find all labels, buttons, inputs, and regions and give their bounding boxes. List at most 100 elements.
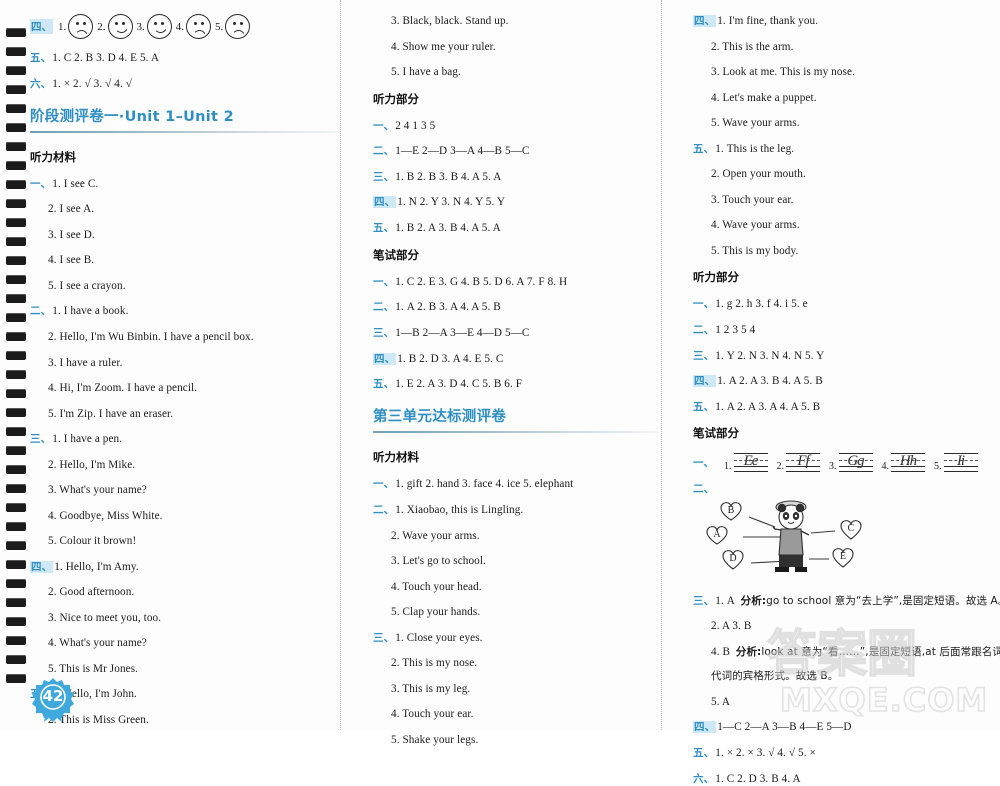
- handwriting-index: 2.: [776, 461, 785, 473]
- answer-line: 五、1. A 2. A 3. A 4. A 5. B: [693, 400, 978, 414]
- answer-text: 1. × 2. × 3. √ 4. √ 5. ×: [715, 747, 816, 759]
- answer-line: 四、 1. N 2. Y 3. N 4. Y 5. Y: [373, 195, 659, 209]
- answer-line: 五、1. C 2. B 3. D 4. E 5. A: [30, 51, 339, 65]
- answer-line: 5. I see a crayon.: [48, 279, 126, 292]
- analysis-text: 代词的宾格形式。故选 B。: [711, 670, 839, 683]
- answer-line: 五、1. B 2. A 3. B 4. A 5. A: [373, 221, 659, 235]
- answer-line: 四、 1—C 2—A 3—B 4—E 5—D: [693, 720, 978, 734]
- answer-line: 2. This is my nose.: [391, 657, 478, 670]
- answer-text: 1. A: [715, 594, 735, 607]
- spiral-ring: [6, 484, 26, 493]
- paper-title-block: 第三单元达标测评卷: [373, 405, 659, 434]
- answer-line: 六、1. × 2. √ 3. √ 4. √: [30, 77, 339, 91]
- answer-line: 四、 1. Hello, I'm Amy.: [30, 560, 339, 574]
- handwriting-letters: Gg: [847, 453, 864, 470]
- handwriting-letters: Ii: [956, 453, 965, 470]
- answer-line: 2. Hello, I'm Wu Binbin. I have a pencil…: [48, 331, 254, 343]
- group-label: 五、: [693, 400, 715, 413]
- answer-line: 四、 1. B 2. D 3. A 4. E 5. C: [373, 352, 659, 366]
- group-label: 一、: [693, 298, 715, 311]
- column-1: 四、 1. 2. 3. 4. 5. 五、1. C 2. B 3. D 4. E …: [30, 14, 353, 726]
- section-heading-listening-material: 听力材料: [373, 450, 419, 465]
- answer-text: 1. gift 2. hand 3. face 4. ice 5. elepha…: [395, 478, 574, 491]
- answer-line: 五、1. × 2. × 3. √ 4. √ 5. ×: [693, 746, 978, 760]
- group-label: 三、: [373, 326, 395, 339]
- spiral-ring: [6, 636, 26, 645]
- group-label: 五、: [373, 222, 395, 234]
- answer-text: 1. B 2. B 3. B 4. A 5. A: [395, 170, 502, 183]
- paper-title-block: 阶段测评卷一·Unit 1–Unit 2: [30, 105, 339, 133]
- group-label: 三、: [30, 433, 52, 445]
- handwriting-item: 5. Ii: [934, 453, 978, 473]
- spiral-ring: [6, 579, 26, 588]
- answer-line: 3. Touch your ear.: [711, 193, 794, 206]
- answer-line: 二、1. A 2. B 3. A 4. A 5. B: [373, 300, 659, 314]
- group-label: 三、: [693, 594, 715, 607]
- sad-face-icon: [225, 14, 251, 39]
- spiral-ring: [6, 389, 26, 398]
- spiral-ring: [6, 218, 26, 227]
- group-label: 五、: [373, 378, 395, 391]
- answer-line: 六、1. C 2. D 3. B 4. A: [693, 772, 978, 786]
- answer-line: 3. Black, black. Stand up.: [391, 15, 509, 27]
- answer-text: 1. × 2. √ 3. √ 4. √: [52, 77, 132, 90]
- answer-line: 5. I have a bag.: [391, 66, 461, 78]
- group-label: 一、: [373, 275, 395, 288]
- spiral-ring: [6, 199, 26, 208]
- group-label: 四、: [373, 352, 397, 365]
- group-label: 二、: [693, 483, 715, 496]
- answer-line: 5. Colour it brown!: [48, 535, 137, 548]
- answer-line: 三、1—B 2—A 3—E 4—D 5—C: [373, 326, 659, 340]
- answer-line: 3. Let's go to school.: [391, 555, 486, 567]
- group-label: 六、: [693, 772, 715, 785]
- spiral-ring: [6, 522, 26, 531]
- answer-line: 二、1—E 2—D 3—A 4—B 5—C: [373, 144, 659, 158]
- group-label: 一、: [373, 119, 395, 132]
- answer-text: 1—C 2—A 3—B 4—E 5—D: [717, 721, 852, 734]
- answer-text: 1. g 2. h 3. f 4. i 5. e: [715, 298, 808, 311]
- sad-face-icon: [186, 14, 211, 39]
- answer-text: 4. B: [711, 645, 731, 658]
- spiral-ring: [6, 541, 26, 550]
- answer-line: 4. Let's make a puppet.: [711, 91, 817, 104]
- answer-text: 1. C 2. B 3. D 4. E 5. A: [52, 52, 160, 64]
- answer-text: 1. B 2. A 3. B 4. A 5. A: [395, 222, 501, 234]
- section-heading-listening-material: 听力材料: [30, 149, 76, 164]
- happy-face-icon: [146, 14, 172, 39]
- answer-line: 4. What's your name?: [48, 637, 147, 650]
- spiral-ring: [6, 85, 26, 94]
- answer-line: 一、1. g 2. h 3. f 4. i 5. e: [693, 297, 978, 311]
- answer-line: 三、1. I have a pen.: [30, 432, 339, 446]
- answer-text: 1. I have a book.: [52, 305, 129, 318]
- group-label: 五、: [693, 747, 715, 759]
- connector-line: [748, 515, 776, 528]
- answer-line: 3. This is my leg.: [391, 682, 471, 695]
- group-label: 四、: [373, 196, 397, 209]
- answer-line: 5. This is my body.: [711, 244, 799, 257]
- answer-line: 三、1. Y 2. N 3. N 4. N 5. Y: [693, 349, 978, 363]
- connector-line: [810, 529, 836, 534]
- answer-text: 1. A 2. B 3. A 4. A 5. B: [395, 301, 501, 314]
- handwriting-letters: Hh: [899, 453, 917, 470]
- answer-line: 一、2 4 1 3 5: [373, 119, 659, 133]
- spiral-ring: [6, 123, 26, 132]
- answer-text: 1. C 2. D 3. B 4. A: [715, 772, 801, 785]
- group-label: 四、: [693, 721, 717, 734]
- answer-text: 1. A 2. A 3. B 4. A 5. B: [717, 375, 823, 388]
- answer-line: 5. Wave your arms.: [711, 117, 800, 130]
- four-line-box: Ee: [733, 453, 768, 473]
- handwriting-index: 3.: [829, 461, 837, 473]
- analysis-text: look at 意为“看……”,是固定短语,at 后面常跟名词或人称: [761, 645, 1000, 658]
- four-line-box: Gg: [838, 453, 873, 473]
- spiral-ring: [6, 332, 26, 341]
- answer-line: 3. I have a ruler.: [48, 356, 123, 369]
- answer-line: 3. Nice to meet you, too.: [48, 611, 162, 624]
- heart-label-a: A: [713, 529, 721, 540]
- analysis-label: 分析:: [740, 594, 767, 607]
- answer-text: 1. I see C.: [52, 177, 99, 190]
- answer-line: 2. Good afternoon.: [48, 586, 135, 599]
- column-2: 3. Black, black. Stand up. 4. Show me yo…: [353, 14, 673, 746]
- handwriting-answer-row: 一、 1. Ee 2. Ff 3. Gg 4. Hh 5. Ii: [693, 453, 978, 473]
- answer-line: 4. Touch your head.: [391, 580, 482, 593]
- answer-text: 1. N 2. Y 3. N 4. Y 5. Y: [397, 196, 506, 209]
